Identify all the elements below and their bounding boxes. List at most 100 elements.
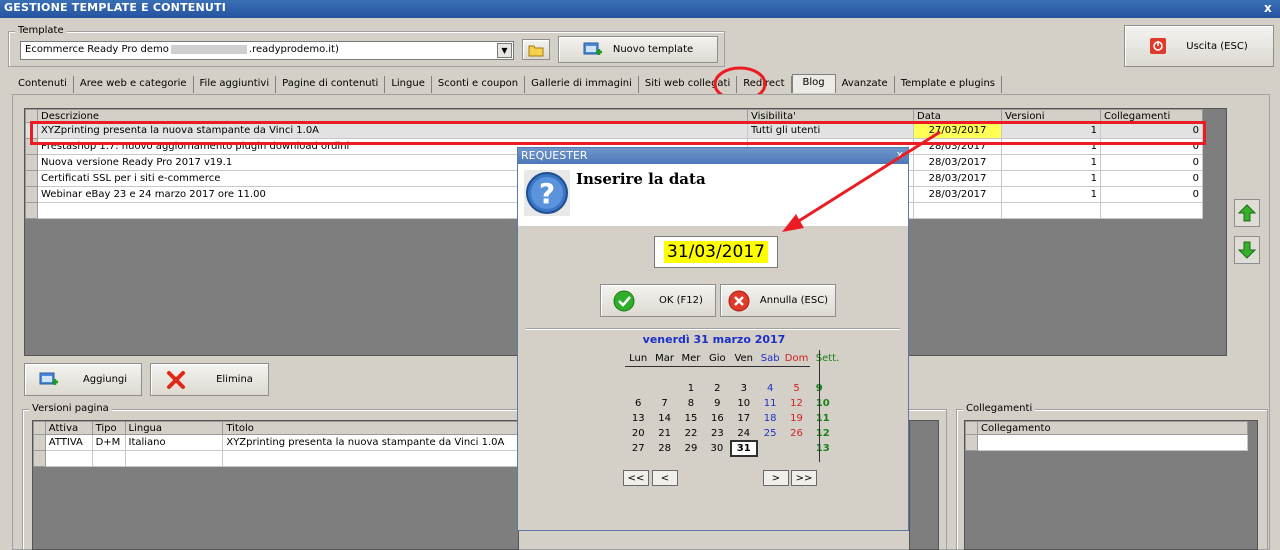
move-down-button[interactable]	[1234, 236, 1260, 264]
calendar-day[interactable]: 7	[651, 396, 677, 411]
calendar-day[interactable]: 28	[651, 441, 677, 456]
calendar-day[interactable]: 3	[731, 381, 757, 396]
table-row[interactable]: ATTIVA D+M Italiano XYZprinting presenta…	[33, 434, 518, 451]
calendar-day[interactable]: 25	[757, 426, 783, 441]
calendar-day[interactable]: 11	[757, 396, 783, 411]
cell-empty	[124, 450, 224, 467]
versions-table-right	[909, 420, 939, 550]
check-icon	[613, 290, 635, 311]
calendar-grid: LunMarMerGioVenSabDomSett.12345967891011…	[625, 351, 839, 457]
new-template-button[interactable]: Nuovo template	[558, 36, 718, 63]
redacted-block	[170, 44, 247, 54]
calendar-day[interactable]: 27	[625, 441, 651, 456]
column-header[interactable]: Titolo	[222, 421, 518, 435]
new-template-label: Nuovo template	[612, 44, 694, 55]
versions-table[interactable]: Attiva Tipo Lingua Titolo ATTIVA D+M Ita…	[32, 420, 519, 550]
calendar-day[interactable]: 10	[731, 396, 757, 411]
calendar-week-row: 123459	[625, 381, 839, 396]
calendar-days-row: Lun Mar Mer Gio Ven Sab Dom Sett.	[625, 351, 839, 366]
calendar-day[interactable]: 29	[678, 441, 704, 456]
calendar-day[interactable]: 16	[704, 411, 730, 426]
calendar-day[interactable]: 20	[625, 426, 651, 441]
calendar-day[interactable]: 22	[678, 426, 704, 441]
calendar: LunMarMerGioVenSabDomSett.12345967891011…	[625, 351, 839, 457]
calendar-day[interactable]: 23	[704, 426, 730, 441]
calendar-day[interactable]: 4	[757, 381, 783, 396]
tab-lingue[interactable]: Lingue	[385, 76, 432, 93]
row-indicator	[25, 170, 38, 187]
cell-empty	[1100, 202, 1203, 219]
calendar-prev-button[interactable]: <	[652, 470, 678, 486]
tab-aree-web[interactable]: Aree web e categorie	[73, 76, 194, 93]
column-header[interactable]: Tipo	[91, 421, 126, 435]
tab-avanzate[interactable]: Avanzate	[835, 76, 895, 93]
column-header[interactable]: Collegamento	[977, 421, 1248, 435]
table-row-empty[interactable]	[965, 434, 1248, 451]
calendar-day[interactable]: 30	[704, 441, 730, 456]
tab-file-aggiuntivi[interactable]: File aggiuntivi	[193, 76, 277, 93]
row-indicator-header	[965, 421, 978, 435]
table-row-empty[interactable]	[33, 450, 518, 467]
calendar-header: venerdì 31 marzo 2017	[642, 333, 786, 346]
calendar-last-button[interactable]: >>	[791, 470, 817, 486]
calendar-day[interactable]: 18	[757, 411, 783, 426]
calendar-day[interactable]: 15	[678, 411, 704, 426]
tab-sconti-coupon[interactable]: Sconti e coupon	[431, 76, 526, 93]
weekday-label: Mar	[655, 352, 675, 364]
open-folder-button[interactable]	[522, 39, 550, 60]
tab-contenuti[interactable]: Contenuti	[12, 76, 74, 93]
row-indicator	[965, 434, 978, 451]
links-table[interactable]: Collegamento	[964, 420, 1258, 550]
calendar-week-row: 27 28 29 30 31 13	[625, 440, 839, 457]
column-header[interactable]: Lingua	[124, 421, 224, 435]
question-icon: ?	[524, 170, 570, 216]
tab-blog[interactable]: Blog	[791, 74, 836, 93]
template-select[interactable]: Ecommerce Ready Pro demo .readyprodemo.it…	[20, 41, 514, 60]
move-up-button[interactable]	[1234, 199, 1260, 227]
tab-template-plugins[interactable]: Template e plugins	[894, 76, 1002, 93]
calendar-day[interactable]: 6	[625, 396, 651, 411]
ok-button[interactable]: OK (F12)	[600, 284, 716, 317]
week-number: 9	[810, 381, 840, 396]
calendar-day[interactable]: 8	[678, 396, 704, 411]
tab-gallerie[interactable]: Gallerie di immagini	[525, 76, 639, 93]
weekday-label: Ven	[734, 352, 754, 364]
calendar-day[interactable]: 26	[783, 426, 809, 441]
window-close-icon[interactable]: x	[1264, 1, 1272, 15]
table-header-row: Collegamento	[965, 421, 1248, 435]
calendar-day[interactable]: 2	[704, 381, 730, 396]
calendar-first-button[interactable]: <<	[623, 470, 649, 486]
calendar-day[interactable]: 17	[731, 411, 757, 426]
tab-pagine-contenuti[interactable]: Pagine di contenuti	[276, 76, 386, 93]
cell-empty	[222, 450, 518, 467]
window-title: GESTIONE TEMPLATE E CONTENUTI	[4, 1, 227, 14]
calendar-day[interactable]: 24	[731, 426, 757, 441]
calendar-day[interactable]: 31	[729, 440, 758, 457]
column-header[interactable]: Attiva	[44, 421, 93, 435]
calendar-day[interactable]: 14	[651, 411, 677, 426]
calendar-week-row: 6 7 8 9 10 11 12 10	[625, 396, 839, 411]
calendar-header-divider	[625, 365, 840, 381]
cell-versions: 1	[1001, 170, 1101, 187]
calendar-day[interactable]: 21	[651, 426, 677, 441]
cancel-label: Annulla (ESC)	[759, 295, 829, 306]
date-input[interactable]: 31/03/2017	[654, 236, 778, 268]
add-button[interactable]: Aggiungi	[24, 363, 142, 396]
power-icon	[1150, 38, 1167, 54]
divider	[810, 366, 840, 381]
weekday-label: Lun	[629, 352, 648, 364]
folder-icon	[528, 45, 544, 56]
delete-button[interactable]: Elimina	[150, 363, 269, 396]
calendar-day[interactable]: 12	[783, 396, 809, 411]
chevron-down-icon[interactable]: ▼	[497, 43, 512, 58]
calendar-day[interactable]: 9	[704, 396, 730, 411]
cancel-button[interactable]: Annulla (ESC)	[720, 284, 836, 317]
versions-group-label: Versioni pagina	[29, 403, 112, 414]
calendar-day[interactable]: 1	[678, 381, 704, 396]
calendar-day[interactable]: 13	[625, 411, 651, 426]
calendar-next-button[interactable]: >	[763, 470, 789, 486]
calendar-day[interactable]: 5	[783, 381, 809, 396]
cell-links: 0	[1100, 154, 1203, 171]
exit-button[interactable]: Uscita (ESC)	[1124, 25, 1274, 67]
calendar-day[interactable]: 19	[783, 411, 809, 426]
